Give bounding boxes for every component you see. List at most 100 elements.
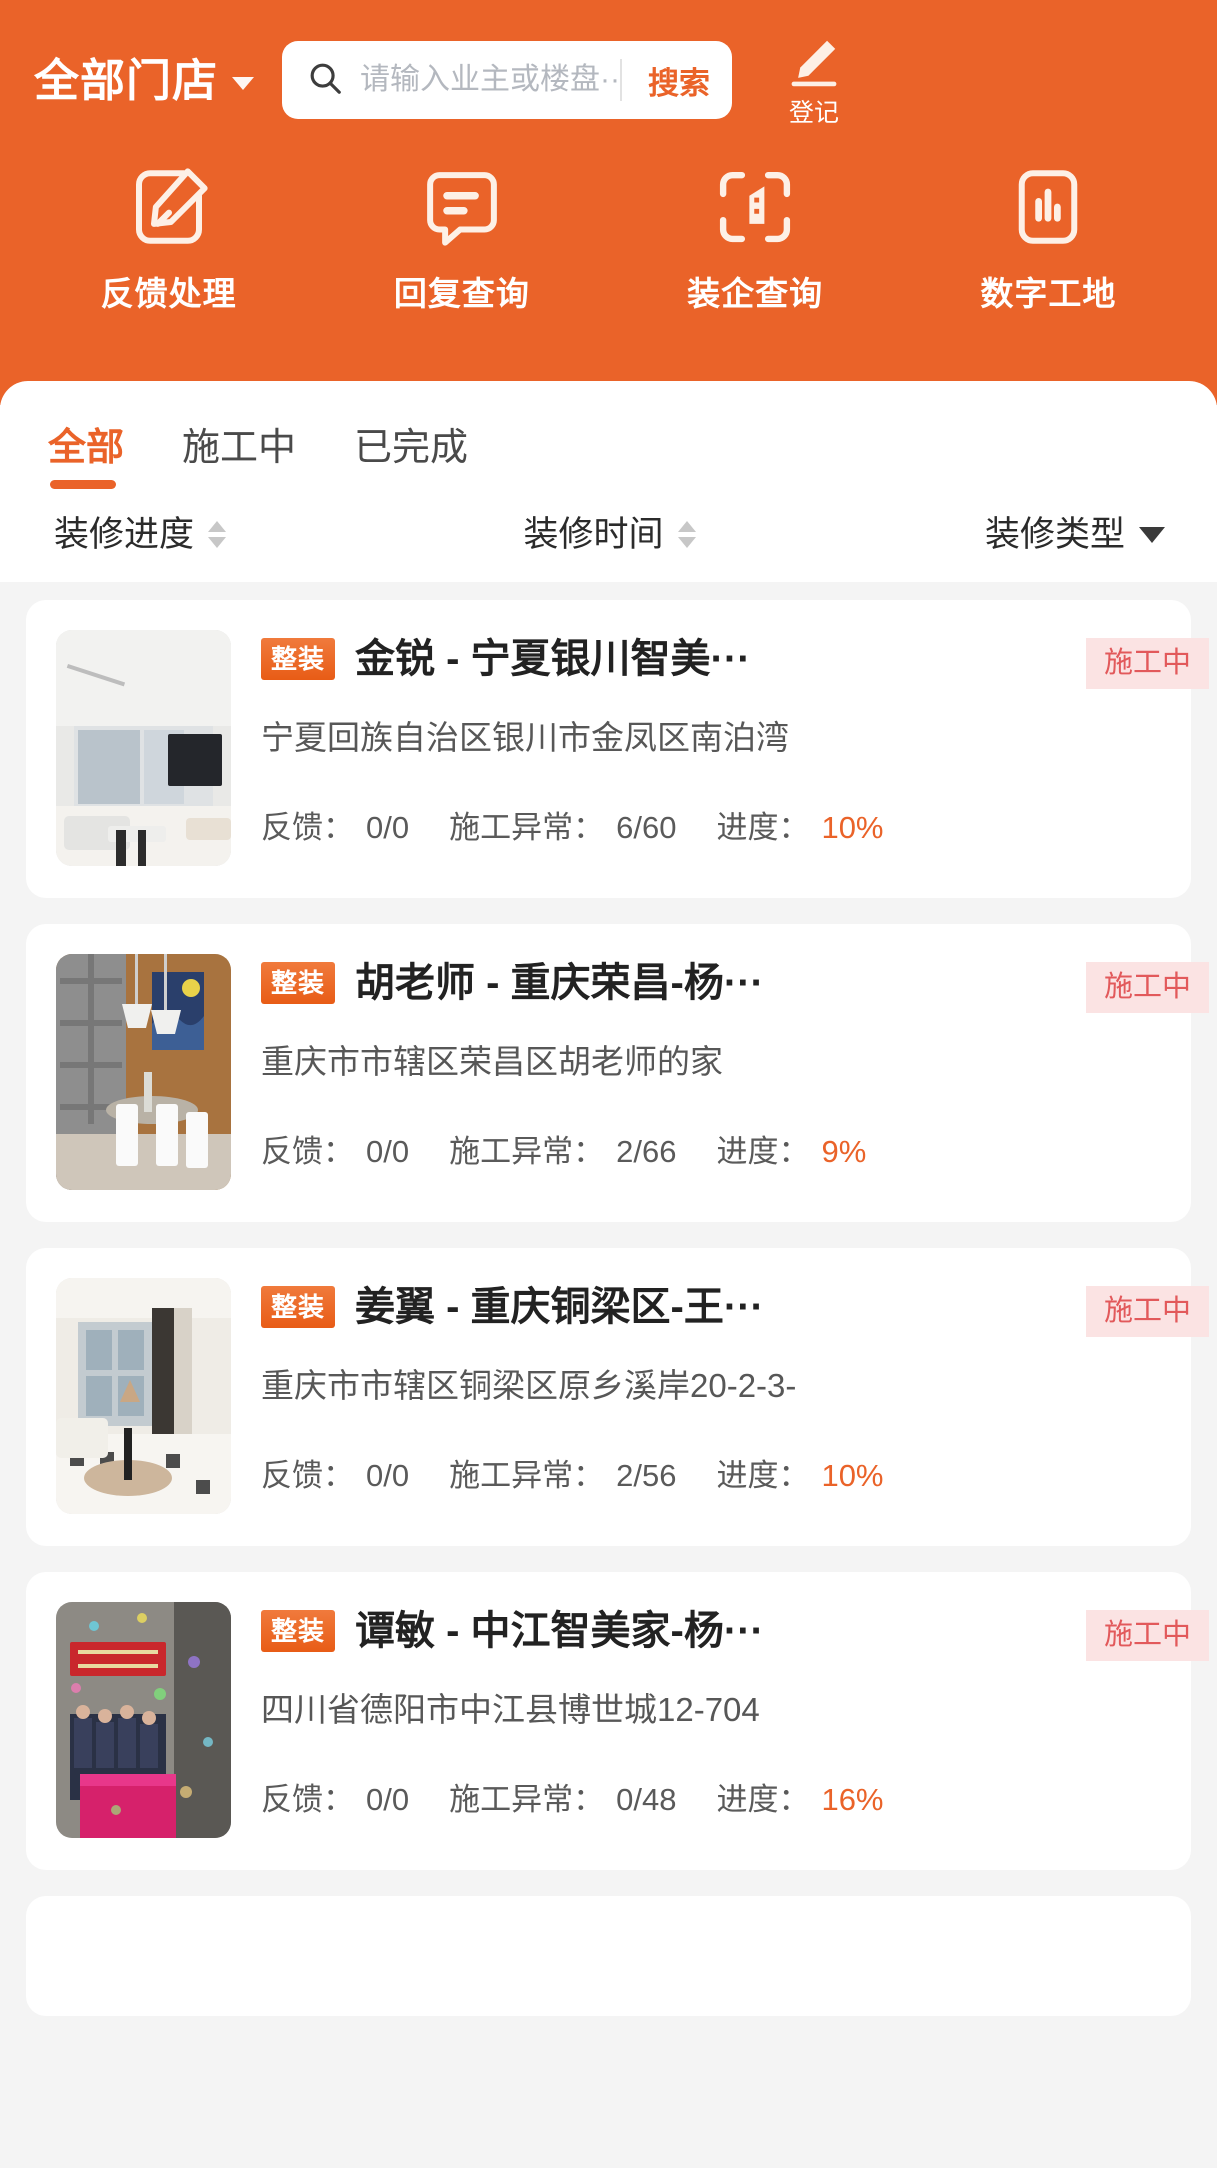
filter-label: 装修时间: [523, 515, 664, 554]
stat-anomaly: 施工异常： 6/60: [449, 802, 676, 847]
tab-in-progress[interactable]: 施工中: [182, 429, 296, 489]
quicknav-label: 反馈处理: [100, 275, 237, 312]
stat-label: 反馈：: [261, 1457, 354, 1493]
stat-value: 0/0: [366, 1133, 410, 1169]
project-info: 整装 谭敏 - 中江智美家-杨··· 四川省德阳市中江县博世城12-704 反馈…: [261, 1602, 1191, 1838]
reply-chat-icon: [417, 162, 507, 257]
stat-progress: 进度： 10%: [716, 1450, 883, 1495]
feedback-edit-icon: [124, 162, 214, 257]
quicknav-item-digital-site[interactable]: 数字工地: [902, 162, 1195, 310]
project-title-row: 整装 胡老师 - 重庆荣昌-杨···: [261, 960, 1173, 1006]
list-item[interactable]: 整装 谭敏 - 中江智美家-杨··· 四川省德阳市中江县博世城12-704 反馈…: [26, 1572, 1209, 1870]
search-divider: [620, 59, 623, 101]
project-stats: 反馈： 0/0 施工异常： 6/60 进度： 10%: [261, 802, 1173, 847]
status-tabs: 全部 施工中 已完成: [0, 391, 1217, 489]
quicknav-label: 回复查询: [393, 275, 530, 312]
project-info: 整装 姜翼 - 重庆铜梁区-王··· 重庆市市辖区铜梁区原乡溪岸20-2-3- …: [261, 1278, 1191, 1514]
pencil-edit-icon: [786, 34, 842, 95]
project-title: 胡老师 - 重庆荣昌-杨···: [355, 961, 764, 1005]
header-top-bar: 全部门店 搜索 登记: [0, 0, 1217, 126]
register-label: 登记: [789, 99, 840, 127]
stat-label: 反馈：: [261, 1133, 354, 1169]
project-stats: 反馈： 0/0 施工异常： 0/48 进度： 16%: [261, 1774, 1173, 1819]
stat-anomaly: 施工异常： 0/48: [449, 1774, 676, 1819]
stat-label: 进度：: [716, 809, 810, 845]
sort-arrows-icon: [677, 521, 696, 548]
quicknav-label: 装企查询: [687, 275, 824, 312]
filter-time[interactable]: 装修时间: [424, 517, 794, 552]
list-item[interactable]: 整装 胡老师 - 重庆荣昌-杨··· 重庆市市辖区荣昌区胡老师的家 反馈： 0/…: [26, 924, 1209, 1222]
status-badge: 施工中: [1085, 1610, 1209, 1661]
quicknav-label: 数字工地: [980, 275, 1117, 312]
project-info: 整装 胡老师 - 重庆荣昌-杨··· 重庆市市辖区荣昌区胡老师的家 反馈： 0/…: [261, 954, 1191, 1190]
tab-all[interactable]: 全部: [48, 429, 124, 489]
project-type-badge: 整装: [261, 1286, 336, 1328]
store-selector-label: 全部门店: [34, 54, 219, 106]
stat-value: 10%: [821, 809, 884, 845]
quicknav-item-feedback[interactable]: 反馈处理: [22, 162, 315, 310]
stat-progress: 进度： 16%: [716, 1774, 883, 1819]
tab-active-indicator: [50, 480, 116, 489]
stat-value: 16%: [821, 1781, 884, 1817]
project-type-badge: 整装: [261, 1610, 336, 1652]
filter-progress[interactable]: 装修进度: [40, 517, 424, 552]
project-type-badge: 整装: [261, 962, 336, 1004]
project-thumbnail: [56, 1602, 231, 1838]
scan-company-icon: [710, 162, 800, 257]
quicknav-item-reply[interactable]: 回复查询: [315, 162, 608, 310]
stat-value: 2/56: [616, 1457, 677, 1493]
stat-label: 反馈：: [261, 809, 354, 845]
stat-value: 0/48: [616, 1781, 677, 1817]
search-bar[interactable]: 搜索: [282, 41, 733, 119]
list-item[interactable]: 整装 金锐 - 宁夏银川智美··· 宁夏回族自治区银川市金凤区南泊湾 反馈： 0…: [26, 600, 1209, 898]
tab-completed[interactable]: 已完成: [354, 429, 468, 489]
register-button[interactable]: 登记: [766, 34, 862, 126]
stat-value: 0/0: [366, 1781, 410, 1817]
project-info: 整装 金锐 - 宁夏银川智美··· 宁夏回族自治区银川市金凤区南泊湾 反馈： 0…: [261, 630, 1191, 866]
stat-label: 施工异常：: [449, 1133, 605, 1169]
stat-label: 施工异常：: [449, 809, 605, 845]
search-input[interactable]: [360, 63, 619, 97]
project-list: 整装 金锐 - 宁夏银川智美··· 宁夏回族自治区银川市金凤区南泊湾 反馈： 0…: [0, 582, 1217, 2016]
project-address: 重庆市市辖区铜梁区原乡溪岸20-2-3-: [261, 1367, 797, 1404]
project-title-row: 整装 金锐 - 宁夏银川智美···: [261, 636, 1173, 682]
search-icon: [306, 59, 344, 102]
list-item[interactable]: [26, 1896, 1191, 2016]
chevron-down-icon: [1138, 526, 1165, 543]
stat-label: 反馈：: [261, 1781, 354, 1817]
stat-feedback: 反馈： 0/0: [261, 1450, 409, 1495]
project-type-badge: 整装: [261, 638, 336, 680]
stat-value: 6/60: [616, 809, 677, 845]
stat-value: 2/66: [616, 1133, 677, 1169]
status-badge: 施工中: [1085, 1286, 1209, 1337]
filter-type[interactable]: 装修类型: [795, 517, 1177, 552]
search-button[interactable]: 搜索: [626, 58, 732, 103]
filter-row: 装修进度 装修时间 装修类型: [0, 489, 1217, 582]
stat-label: 进度：: [716, 1781, 810, 1817]
content-sheet: 全部 施工中 已完成 装修进度 装修时间 装修类型: [0, 381, 1217, 582]
stat-label: 进度：: [716, 1457, 810, 1493]
store-selector[interactable]: 全部门店: [34, 54, 255, 106]
tab-label: 全部: [48, 427, 125, 469]
project-address: 四川省德阳市中江县博世城12-704: [261, 1691, 760, 1728]
tab-label: 施工中: [182, 427, 297, 469]
stat-feedback: 反馈： 0/0: [261, 1126, 409, 1171]
stat-feedback: 反馈： 0/0: [261, 802, 409, 847]
quick-nav-row: 反馈处理 回复查询 装企查询 数字工地: [0, 126, 1217, 310]
project-thumbnail: [56, 630, 231, 866]
stat-feedback: 反馈： 0/0: [261, 1774, 409, 1819]
project-title-row: 整装 谭敏 - 中江智美家-杨···: [261, 1608, 1173, 1654]
project-thumbnail: [56, 1278, 231, 1514]
project-title: 金锐 - 宁夏银川智美···: [355, 637, 751, 681]
list-item[interactable]: 整装 姜翼 - 重庆铜梁区-王··· 重庆市市辖区铜梁区原乡溪岸20-2-3- …: [26, 1248, 1209, 1546]
stat-anomaly: 施工异常： 2/56: [449, 1450, 676, 1495]
sort-arrows-icon: [208, 521, 227, 548]
stat-value: 10%: [821, 1457, 884, 1493]
status-badge: 施工中: [1085, 638, 1209, 689]
project-title: 谭敏 - 中江智美家-杨···: [355, 1609, 764, 1653]
project-title-row: 整装 姜翼 - 重庆铜梁区-王···: [261, 1284, 1173, 1330]
stat-progress: 进度： 10%: [716, 802, 883, 847]
stat-anomaly: 施工异常： 2/66: [449, 1126, 676, 1171]
chevron-down-icon: [232, 76, 255, 90]
quicknav-item-company-scan[interactable]: 装企查询: [609, 162, 902, 310]
